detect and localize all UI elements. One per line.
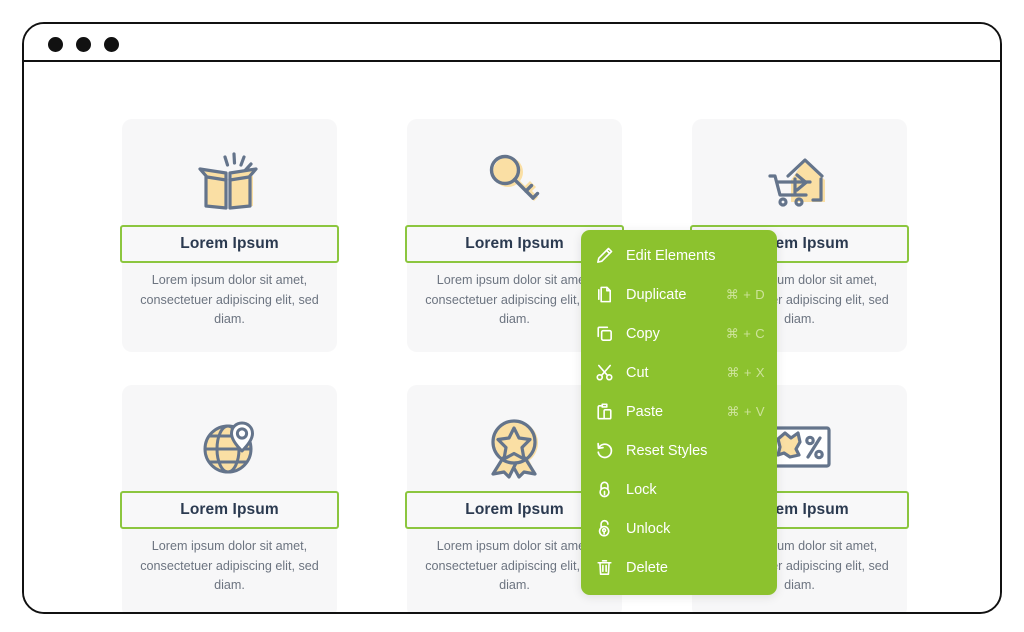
menu-item-shortcut: ⌘ + D [725, 286, 765, 302]
house-cart-delivery-icon [692, 135, 907, 227]
card-item[interactable]: Lorem Ipsum Lorem ipsum dolor sit amet, … [120, 385, 339, 612]
menu-item-shortcut: ⌘ + V [726, 403, 765, 419]
browser-window: Lorem Ipsum Lorem ipsum dolor sit amet, … [22, 22, 1002, 614]
menu-item-label: Paste [626, 403, 664, 420]
menu-item-edit-elements[interactable]: Edit Elements [581, 236, 777, 275]
menu-item-label: Duplicate [626, 286, 687, 303]
card-title-button[interactable]: Lorem Ipsum [120, 225, 339, 263]
menu-item-label: Edit Elements [626, 247, 716, 264]
card-title-label: Lorem Ipsum [180, 501, 279, 518]
card-title-button[interactable]: Lorem Ipsum [120, 491, 339, 529]
pencil-icon [595, 246, 621, 265]
menu-item-label: Unlock [626, 520, 671, 537]
menu-item-duplicate[interactable]: Duplicate ⌘ + D [581, 275, 777, 314]
globe-location-pin-icon [122, 401, 337, 493]
card-title-label: Lorem Ipsum [465, 235, 564, 252]
card-grid: Lorem Ipsum Lorem ipsum dolor sit amet, … [120, 119, 912, 612]
menu-item-copy[interactable]: Copy ⌘ + C [581, 314, 777, 353]
window-minimize-dot[interactable] [76, 37, 91, 52]
menu-item-label: Lock [626, 481, 657, 498]
menu-item-delete[interactable]: Delete [581, 548, 777, 587]
page-canvas: Lorem Ipsum Lorem ipsum dolor sit amet, … [24, 62, 1000, 612]
key-icon [407, 135, 622, 227]
menu-item-lock[interactable]: Lock [581, 470, 777, 509]
menu-item-label: Reset Styles [626, 442, 708, 459]
card-description: Lorem ipsum dolor sit amet, consectetuer… [140, 273, 319, 326]
undo-arrow-icon [595, 441, 621, 460]
menu-item-cut[interactable]: Cut ⌘ + X [581, 353, 777, 392]
trash-icon [595, 558, 621, 577]
menu-item-paste[interactable]: Paste ⌘ + V [581, 392, 777, 431]
context-menu[interactable]: Edit Elements Duplicate ⌘ + D Copy ⌘ + C… [581, 230, 777, 595]
window-maximize-dot[interactable] [104, 37, 119, 52]
browser-titlebar [24, 24, 1000, 62]
menu-item-label: Copy [626, 325, 660, 342]
clipboard-icon [595, 402, 621, 421]
menu-item-label: Cut [626, 364, 649, 381]
menu-item-reset-styles[interactable]: Reset Styles [581, 431, 777, 470]
scissors-icon [595, 363, 621, 382]
card-title-label: Lorem Ipsum [465, 501, 564, 518]
open-box-icon [122, 135, 337, 227]
menu-item-shortcut: ⌘ + X [726, 364, 765, 380]
menu-item-label: Delete [626, 559, 668, 576]
duplicate-icon [595, 285, 621, 304]
card-title-label: Lorem Ipsum [180, 235, 279, 252]
lock-icon [595, 480, 621, 499]
menu-item-shortcut: ⌘ + C [725, 325, 765, 341]
window-close-dot[interactable] [48, 37, 63, 52]
menu-item-unlock[interactable]: Unlock [581, 509, 777, 548]
card-item[interactable]: Lorem Ipsum Lorem ipsum dolor sit amet, … [120, 119, 339, 352]
copy-icon [595, 324, 621, 343]
unlock-icon [595, 519, 621, 538]
card-description: Lorem ipsum dolor sit amet, consectetuer… [140, 539, 319, 592]
